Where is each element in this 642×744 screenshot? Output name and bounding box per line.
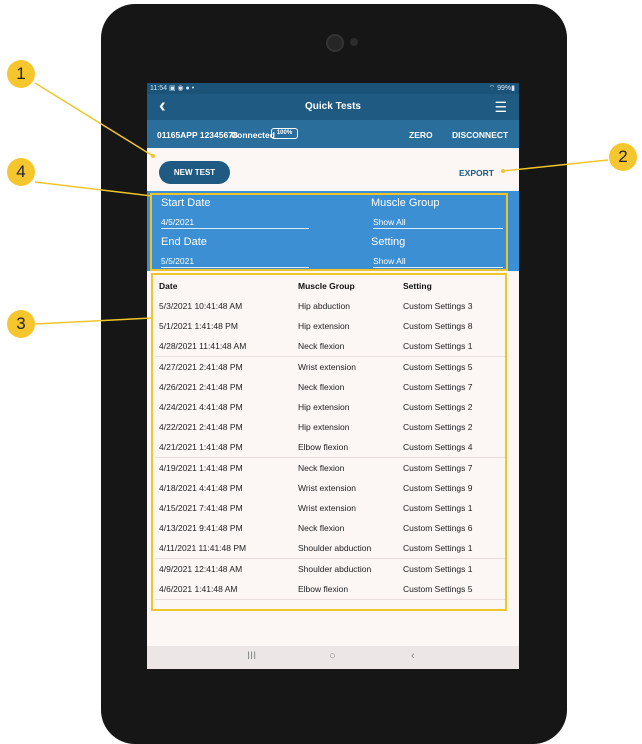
callout-line-3 (34, 317, 153, 325)
callout-line-4 (34, 181, 153, 197)
annotation-marker-4: 4 (7, 158, 35, 186)
annotation-marker-2: 2 (609, 143, 637, 171)
callout-dot-2 (501, 169, 505, 173)
callout-dot-1 (151, 154, 155, 158)
callout-line-2 (502, 159, 609, 172)
annotation-marker-3: 3 (7, 310, 35, 338)
callout-lines (34, 82, 609, 325)
annotation-marker-1: 1 (7, 60, 35, 88)
callout-line-1 (34, 82, 154, 157)
